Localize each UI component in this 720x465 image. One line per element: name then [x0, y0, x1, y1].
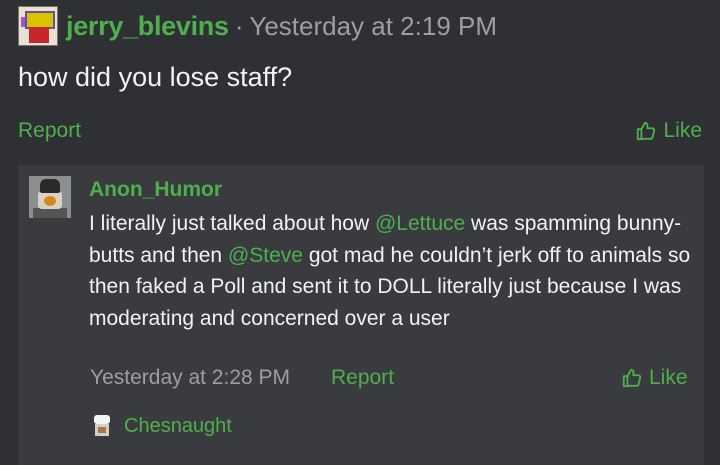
reply-author[interactable]: Anon_Humor: [89, 178, 222, 202]
like-label: Like: [649, 366, 688, 389]
like-label: Like: [663, 119, 702, 142]
reply-timestamp[interactable]: Yesterday at 2:28 PM: [90, 366, 290, 390]
reply-message: I literally just talked about how @Lettu…: [89, 208, 699, 334]
reply-like-button[interactable]: Like: [621, 366, 688, 390]
liked-by: Chesnaught: [91, 413, 232, 439]
avatar[interactable]: [18, 6, 58, 46]
reply-report-button[interactable]: Report: [331, 366, 394, 390]
mention-link[interactable]: @Steve: [228, 244, 303, 267]
post-message: how did you lose staff?: [18, 62, 293, 92]
reply-avatar[interactable]: [29, 176, 71, 218]
separator: ·: [234, 10, 244, 41]
post-header: jerry_blevins · Yesterday at 2:19 PM: [18, 6, 497, 46]
mention-link[interactable]: @Lettuce: [375, 212, 465, 235]
liker-name[interactable]: Chesnaught: [124, 415, 232, 438]
thumbs-up-icon: [622, 368, 642, 388]
thumbs-up-icon: [637, 121, 656, 141]
liker-avatar[interactable]: [91, 413, 113, 439]
like-button[interactable]: Like: [635, 119, 702, 143]
reply-text-part: I literally just talked about how: [89, 212, 375, 235]
post-timestamp[interactable]: Yesterday at 2:19 PM: [249, 11, 497, 42]
reply-container: Anon_Humor I literally just talked about…: [18, 165, 704, 465]
report-button[interactable]: Report: [18, 119, 81, 143]
post-author[interactable]: jerry_blevins: [66, 11, 229, 42]
